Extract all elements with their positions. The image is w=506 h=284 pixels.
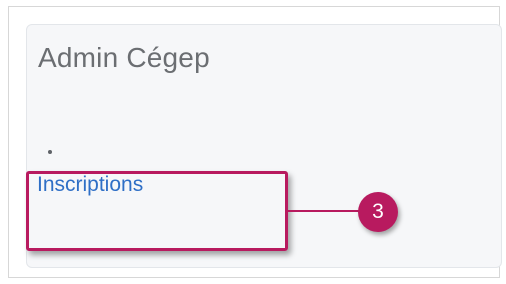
card-title: Admin Cégep — [38, 42, 210, 73]
highlight-box — [26, 171, 288, 251]
callout-number-badge: 3 — [358, 192, 398, 232]
list-bullet — [48, 150, 52, 154]
callout-connector-line — [288, 210, 360, 212]
